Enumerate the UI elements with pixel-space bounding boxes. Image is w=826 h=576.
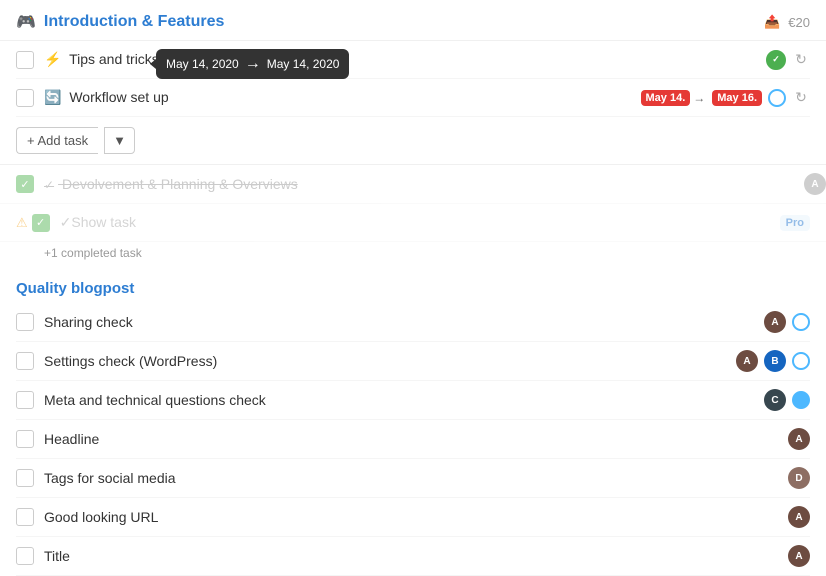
date-to-badge: May 16. (712, 90, 762, 106)
section3-tasks: Sharing check A Settings check (WordPres… (0, 303, 826, 576)
checkbox-devolvement[interactable] (16, 175, 34, 193)
completed-count[interactable]: +1 completed task (0, 242, 826, 266)
task-row-workflow: 🔄 Workflow set up May 14. → May 16. ↻ (16, 79, 810, 117)
avatar-settings-1: A (736, 350, 758, 372)
pro-badge: Pro (780, 215, 810, 231)
date-arrow: → (693, 91, 705, 105)
page-container: 🎮 Introduction & Features 📤 €20 ⚡ Tips a… (0, 0, 826, 576)
status-meta (792, 391, 810, 409)
checkbox-title[interactable] (16, 547, 34, 565)
avatar-sharing: A (764, 311, 786, 333)
checkbox-headline[interactable] (16, 430, 34, 448)
task-label-url: Good looking URL (44, 509, 782, 525)
task-row-headline: Headline A (16, 420, 810, 459)
add-task-button-group: + Add task ▼ (16, 127, 810, 154)
tooltip-text2: May 14, 2020 (267, 57, 340, 71)
header-row: 🎮 Introduction & Features 📤 €20 (0, 0, 826, 41)
checkbox-show-task[interactable] (32, 214, 50, 232)
task-label-meta: Meta and technical questions check (44, 392, 758, 408)
task-row-meta: Meta and technical questions check C (16, 381, 810, 420)
status-settings (792, 352, 810, 370)
emoji-workflow: 🔄 (44, 89, 61, 105)
avatar-tags: D (788, 467, 810, 489)
add-task-row: + Add task ▼ (0, 117, 826, 165)
add-task-dropdown[interactable]: ▼ (104, 127, 135, 154)
show-task-label: ✓Show task (60, 214, 136, 231)
checkbox-sharing[interactable] (16, 313, 34, 331)
upload-icon[interactable]: 📤 (764, 14, 780, 30)
task-row-tags: Tags for social media D (16, 459, 810, 498)
task-row-url: Good looking URL A (16, 498, 810, 537)
header-icon: 🎮 (16, 12, 36, 32)
avatar-settings-2: B (764, 350, 786, 372)
task-label-devolvement: ✓ Devolvement & Planning & Overviews (44, 176, 798, 192)
section1-tasks: ⚡ Tips and tricks ✓ ↻ May 14, 2020 → May… (0, 41, 826, 117)
header-right: 📤 €20 (764, 14, 810, 30)
emoji-tips: ⚡ (44, 51, 61, 67)
checkbox-tips[interactable] (16, 51, 34, 69)
task-row-settings: Settings check (WordPress) A B (16, 342, 810, 381)
status-green-tips: ✓ (766, 50, 786, 70)
avatar-headline: A (788, 428, 810, 450)
task-row-sharing: Sharing check A (16, 303, 810, 342)
checkbox-workflow[interactable] (16, 89, 34, 107)
tooltip-popup: May 14, 2020 → May 14, 2020 (156, 49, 349, 79)
task-row-title: Title A (16, 537, 810, 576)
avatar-meta: C (764, 389, 786, 411)
sync-icon-workflow[interactable]: ↻ (792, 89, 810, 107)
date-from-badge: May 14. (641, 90, 691, 106)
page-title: Introduction & Features (44, 13, 224, 31)
warning-icon: ⚠ (16, 215, 28, 231)
price: €20 (788, 15, 810, 30)
section3-header: Quality blogpost (0, 266, 826, 303)
task-label-headline: Headline (44, 431, 782, 447)
checkbox-meta[interactable] (16, 391, 34, 409)
checkbox-url[interactable] (16, 508, 34, 526)
task-row-tips: ⚡ Tips and tricks ✓ ↻ May 14, 2020 → May… (16, 41, 810, 79)
tooltip-text: May 14, 2020 (166, 57, 239, 71)
task-label-title: Title (44, 548, 782, 564)
task-row-show-task: ⚠ ✓Show task Pro (0, 204, 826, 242)
tooltip-arrow: → (245, 55, 261, 73)
task-label-sharing: Sharing check (44, 314, 758, 330)
section2: ✓ Devolvement & Planning & Overviews A ⚠… (0, 165, 826, 266)
task-label-settings: Settings check (WordPress) (44, 353, 730, 369)
task-row-devolvement: ✓ Devolvement & Planning & Overviews A (0, 165, 826, 204)
status-blue-workflow (768, 89, 786, 107)
checkbox-settings[interactable] (16, 352, 34, 370)
sync-icon-tips[interactable]: ↻ (792, 51, 810, 69)
avatar-url: A (788, 506, 810, 528)
task-label-tags: Tags for social media (44, 470, 782, 486)
add-task-button[interactable]: + Add task (16, 127, 98, 154)
header-left: 🎮 Introduction & Features (16, 12, 224, 32)
checkbox-tags[interactable] (16, 469, 34, 487)
status-sharing (792, 313, 810, 331)
task-label-workflow: 🔄 Workflow set up (44, 89, 637, 106)
avatar-title: A (788, 545, 810, 567)
avatar-devolvement: A (804, 173, 826, 195)
